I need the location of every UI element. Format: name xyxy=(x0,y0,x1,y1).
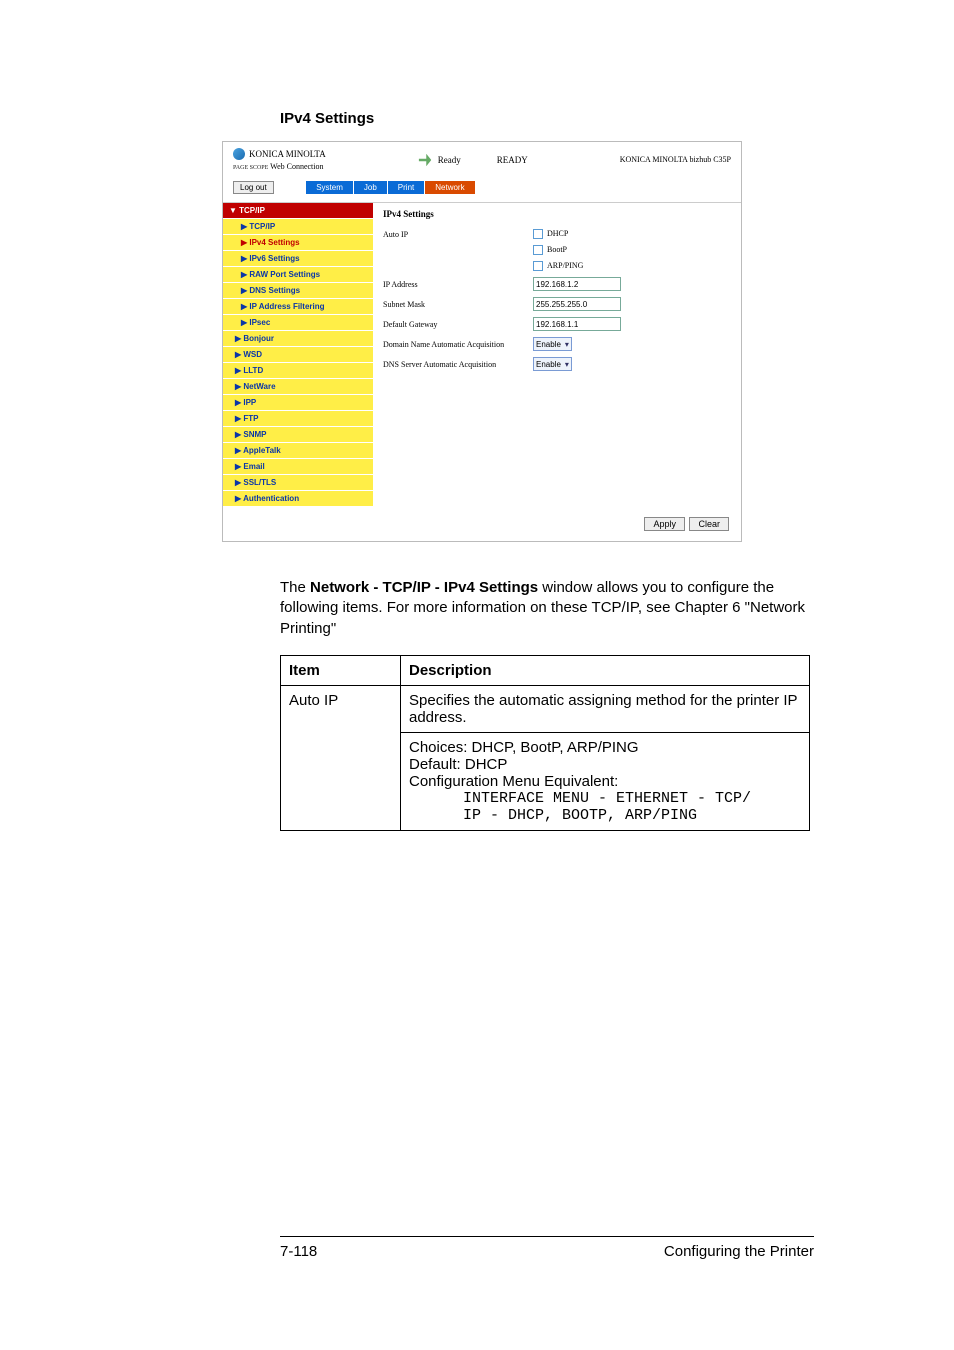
bootp-label: BootP xyxy=(547,245,567,254)
domain-auto-select[interactable]: Enable▾ xyxy=(533,337,572,351)
section-title: IPv4 Settings xyxy=(280,110,814,127)
nav-dns[interactable]: ▶ DNS Settings xyxy=(223,283,373,299)
tab-system[interactable]: System xyxy=(306,181,354,194)
tab-job[interactable]: Job xyxy=(354,181,388,194)
nav-snmp[interactable]: ▶ SNMP xyxy=(223,427,373,443)
dns-auto-label: DNS Server Automatic Acquisition xyxy=(383,360,533,369)
td-item: Auto IP xyxy=(281,685,401,830)
status-ready-text: READY xyxy=(497,155,528,165)
pagescope-label: PAGE SCOPE Web Connection xyxy=(233,162,326,171)
page-footer: 7-118 Configuring the Printer xyxy=(150,1236,814,1260)
dhcp-label: DHCP xyxy=(547,229,568,238)
sidebar-nav: ▼ TCP/IP ▶ TCP/IP ▶ IPv4 Settings ▶ IPv6… xyxy=(223,203,373,507)
chevron-down-icon: ▾ xyxy=(565,340,569,349)
domain-auto-label: Domain Name Automatic Acquisition xyxy=(383,340,533,349)
ip-address-input[interactable]: 192.168.1.2 xyxy=(533,277,621,291)
nav-netware[interactable]: ▶ NetWare xyxy=(223,379,373,395)
auto-ip-label: Auto IP xyxy=(383,230,533,239)
table-header-row: Item Description xyxy=(281,655,810,685)
ip-address-label: IP Address xyxy=(383,280,533,289)
nav-ipv6[interactable]: ▶ IPv6 Settings xyxy=(223,251,373,267)
th-description: Description xyxy=(401,655,810,685)
subnet-label: Subnet Mask xyxy=(383,300,533,309)
nav-ftp[interactable]: ▶ FTP xyxy=(223,411,373,427)
nav-ipp[interactable]: ▶ IPP xyxy=(223,395,373,411)
tab-print[interactable]: Print xyxy=(388,181,425,194)
description-table: Item Description Auto IP Specifies the a… xyxy=(280,655,810,831)
nav-lltd[interactable]: ▶ LLTD xyxy=(223,363,373,379)
nav-wsd[interactable]: ▶ WSD xyxy=(223,347,373,363)
nav-rawport[interactable]: ▶ RAW Port Settings xyxy=(223,267,373,283)
brand-text: KONICA MINOLTA xyxy=(249,149,326,159)
apply-button[interactable]: Apply xyxy=(644,517,685,531)
clear-button[interactable]: Clear xyxy=(689,517,729,531)
table-row: Auto IP Specifies the automatic assignin… xyxy=(281,685,810,732)
gateway-input[interactable]: 192.168.1.1 xyxy=(533,317,621,331)
nav-bonjour[interactable]: ▶ Bonjour xyxy=(223,331,373,347)
status-ready-label: Ready xyxy=(438,155,461,165)
dhcp-checkbox[interactable] xyxy=(533,229,543,239)
body-paragraph: The Network - TCP/IP - IPv4 Settings win… xyxy=(280,578,814,639)
chevron-down-icon: ▾ xyxy=(565,360,569,369)
arpping-checkbox[interactable] xyxy=(533,261,543,271)
nav-ipsec[interactable]: ▶ IPsec xyxy=(223,315,373,331)
brand-icon xyxy=(233,148,245,160)
nav-email[interactable]: ▶ Email xyxy=(223,459,373,475)
footer-title: Configuring the Printer xyxy=(664,1243,814,1260)
nav-section-tcpip[interactable]: ▼ TCP/IP xyxy=(223,203,373,219)
th-item: Item xyxy=(281,655,401,685)
nav-ipv4[interactable]: ▶ IPv4 Settings xyxy=(223,235,373,251)
td-desc-b: Choices: DHCP, BootP, ARP/PING Default: … xyxy=(401,732,810,830)
printer-icon xyxy=(418,153,431,166)
dns-auto-select[interactable]: Enable▾ xyxy=(533,357,572,371)
gateway-label: Default Gateway xyxy=(383,320,533,329)
admin-screenshot: KONICA MINOLTA PAGE SCOPE Web Connection… xyxy=(222,141,742,542)
nav-appletalk[interactable]: ▶ AppleTalk xyxy=(223,443,373,459)
nav-ipfilter[interactable]: ▶ IP Address Filtering xyxy=(223,299,373,315)
td-desc-a: Specifies the automatic assigning method… xyxy=(401,685,810,732)
page-number: 7-118 xyxy=(280,1243,317,1260)
tab-network[interactable]: Network xyxy=(425,181,475,194)
nav-tcpip[interactable]: ▶ TCP/IP xyxy=(223,219,373,235)
subnet-input[interactable]: 255.255.255.0 xyxy=(533,297,621,311)
model-name: KONICA MINOLTA bizhub C35P xyxy=(620,155,731,164)
brand-logo: KONICA MINOLTA xyxy=(233,148,326,160)
bootp-checkbox[interactable] xyxy=(533,245,543,255)
nav-ssltls[interactable]: ▶ SSL/TLS xyxy=(223,475,373,491)
nav-auth[interactable]: ▶ Authentication xyxy=(223,491,373,507)
arpping-label: ARP/PING xyxy=(547,261,583,270)
main-panel-title: IPv4 Settings xyxy=(383,209,731,219)
logout-button[interactable]: Log out xyxy=(233,181,274,194)
